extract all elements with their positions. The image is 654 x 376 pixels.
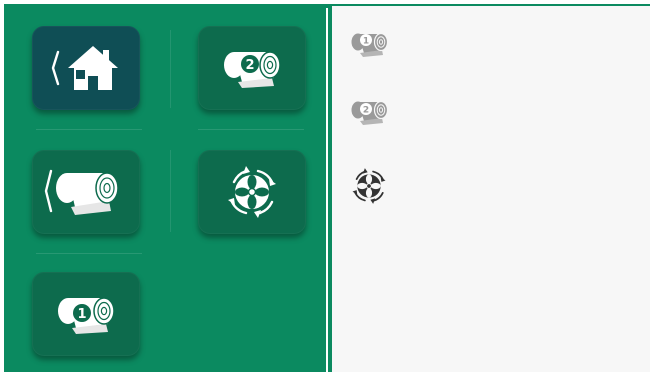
roller-1-status: 1 (344, 24, 394, 64)
separator (36, 253, 142, 254)
home-back-button[interactable] (32, 26, 140, 110)
separator (36, 129, 142, 130)
separator (170, 150, 171, 232)
fan-rotation-icon (352, 168, 386, 204)
roller-1-icon: 1 (351, 32, 389, 57)
roller-2-icon: 2 (351, 100, 389, 125)
roller-back-button[interactable] (32, 150, 140, 234)
roller-2-icon: 2 (224, 51, 281, 88)
roller-1-button[interactable]: 1 (32, 272, 140, 356)
fan-rotation-icon (228, 166, 276, 218)
badge-number: 2 (363, 106, 369, 116)
separator (170, 30, 171, 108)
roller-icon (44, 169, 119, 215)
roller-2-status: 2 (344, 92, 394, 132)
separator (198, 129, 304, 130)
roller-2-button[interactable]: 2 (198, 26, 306, 110)
badge-number: 2 (245, 58, 254, 73)
badge-number: 1 (77, 307, 86, 322)
badge-number: 1 (363, 37, 369, 47)
home-icon (51, 46, 118, 90)
panel-divider-line (326, 8, 328, 372)
roller-1-icon: 1 (58, 297, 115, 334)
fan-status (344, 166, 394, 206)
fan-rotation-button[interactable] (198, 150, 306, 234)
